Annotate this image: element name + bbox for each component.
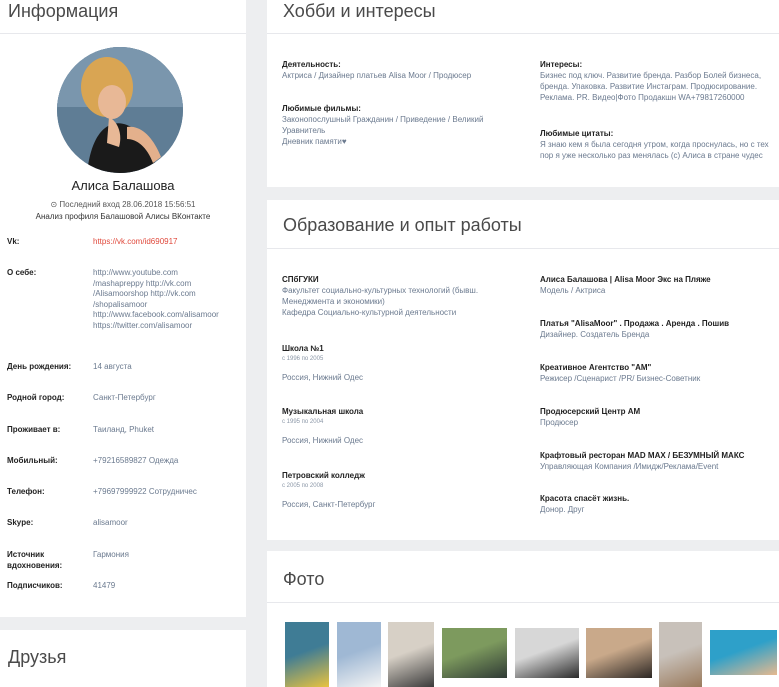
entry-text: Донор. Друг xyxy=(540,505,585,514)
info-label: Проживает в: xyxy=(7,425,61,434)
work-entry: Крафтовый ресторан MAD MAX / БЕЗУМНЫЙ МА… xyxy=(540,450,779,472)
photo-thumbnail[interactable] xyxy=(285,622,329,687)
entry-years: с 1995 по 2004 xyxy=(282,419,324,425)
education-entry: СПбГУКИ Факультет социально-культурных т… xyxy=(282,274,522,318)
activity-text: Актриса / Дизайнер платьев Alisa Moor / … xyxy=(282,71,472,80)
last-seen-status: ⊙ Последний вход 28.06.2018 15:56:51 xyxy=(50,200,196,209)
entry-text: Модель / Актриса xyxy=(540,286,606,295)
entry-heading: Продюсерский Центр AM xyxy=(540,407,641,416)
entry-text: Режисер /Сценарист /PR/ Бизнес-Советник xyxy=(540,374,701,383)
info-value: Санкт-Петербург xyxy=(93,393,156,402)
entry-text: Управляющая Компания /Имидж/Реклама/Even… xyxy=(540,462,719,471)
entry-heading: Музыкальная школа xyxy=(282,407,364,416)
info-label: Skype: xyxy=(7,518,34,527)
info-title: Информация xyxy=(8,1,119,21)
education-entry: Музыкальная школа с 1995 по 2004 Россия,… xyxy=(282,406,522,446)
info-label: День рождения: xyxy=(7,362,72,371)
entry-heading: Платья "AlisaMoor" . Продажа . Аренда . … xyxy=(540,319,730,328)
films-heading: Любимые фильмы: xyxy=(282,104,361,113)
info-value: +79697999922 Сотрудничес xyxy=(93,487,197,496)
education-card: Образование и опыт работы СПбГУКИ Факуль… xyxy=(267,200,779,540)
info-value: alisamoor xyxy=(93,518,128,527)
entry-heading: Крафтовый ресторан MAD MAX / БЕЗУМНЫЙ МА… xyxy=(540,451,745,460)
about-links[interactable]: http://www.youtube.com /mashapreppy http… xyxy=(93,268,243,331)
photo-thumbnail[interactable] xyxy=(515,628,579,678)
info-label: Родной город: xyxy=(7,393,65,402)
divider xyxy=(267,33,779,34)
entry-heading: СПбГУКИ xyxy=(282,275,319,284)
info-value: +79216589827 Одежда xyxy=(93,456,179,465)
photo-thumbnail[interactable] xyxy=(442,628,507,678)
info-label: Телефон: xyxy=(7,487,45,496)
friends-title: Друзья xyxy=(8,647,67,667)
entry-years: с 1996 по 2005 xyxy=(282,356,324,362)
activity-heading: Деятельность: xyxy=(282,60,341,69)
info-value: 41479 xyxy=(93,581,116,590)
photo-thumbnail[interactable] xyxy=(659,622,702,687)
entry-text: Россия, Санкт-Петербург xyxy=(282,500,376,509)
info-label: Vk: xyxy=(7,237,20,246)
entry-text: Россия, Нижний Одес xyxy=(282,373,364,382)
divider xyxy=(267,248,779,249)
hobbies-title: Хобби и интересы xyxy=(283,1,436,21)
divider xyxy=(0,33,246,34)
education-entry: Петровский колледж с 2005 по 2008 Россия… xyxy=(282,470,522,510)
info-value: 14 августа xyxy=(93,362,132,371)
friends-card: Друзья xyxy=(0,630,246,687)
work-entry: Платья "AlisaMoor" . Продажа . Аренда . … xyxy=(540,318,779,340)
work-entry: Алиса Балашова | Alisa Moor Экс на Пляже… xyxy=(540,274,779,296)
info-label: Подписчиков: xyxy=(7,581,63,590)
activity-block: Деятельность: Актриса / Дизайнер платьев… xyxy=(282,59,522,81)
hobbies-card: Хобби и интересы Деятельность: Актриса /… xyxy=(267,0,779,187)
entry-text: Дизайнер. Создатель Бренда xyxy=(540,330,650,339)
education-entry: Школа №1 с 1996 по 2005 Россия, Нижний О… xyxy=(282,343,522,383)
entry-heading: Алиса Балашова | Alisa Moor Экс на Пляже xyxy=(540,275,711,284)
profile-name: Алиса Балашова xyxy=(71,178,175,193)
photos-card: Фото xyxy=(267,551,779,687)
info-value: Гармония xyxy=(93,550,129,559)
info-label: Мобильный: xyxy=(7,456,58,465)
entry-heading: Креативное Агентство "AM" xyxy=(540,363,652,372)
vk-link[interactable]: https://vk.com/id690917 xyxy=(93,237,243,248)
entry-heading: Школа №1 xyxy=(282,344,324,353)
photo-thumbnail[interactable] xyxy=(710,630,777,675)
films-block: Любимые фильмы: Законопослушный Граждани… xyxy=(282,103,522,147)
info-value: Таиланд, Phuket xyxy=(93,425,154,434)
entry-heading: Красота спасёт жизнь. xyxy=(540,494,630,503)
profile-analysis-caption: Анализ профиля Балашовой Алисы ВКонтакте xyxy=(35,212,211,221)
divider xyxy=(267,602,779,603)
entry-text: Факультет социально-культурных технологи… xyxy=(282,286,479,317)
info-card: Информация Алиса Балашова ⊙ Последний вх… xyxy=(0,0,246,617)
entry-text: Россия, Нижний Одес xyxy=(282,436,364,445)
work-entry: Продюсерский Центр AM Продюсер xyxy=(540,406,779,428)
work-entry: Креативное Агентство "AM" Режисер /Сцена… xyxy=(540,362,779,384)
interests-block: Интересы: Бизнес под ключ. Развитие брен… xyxy=(540,59,779,103)
info-label: О себе: xyxy=(7,268,37,277)
entry-heading: Петровский колледж xyxy=(282,471,365,480)
quotes-block: Любимые цитаты: Я знаю кем я была сегодн… xyxy=(540,128,779,161)
interests-text: Бизнес под ключ. Развитие бренда. Разбор… xyxy=(540,71,762,102)
photos-title: Фото xyxy=(283,569,325,589)
info-label: Источник вдохновения: xyxy=(7,550,63,570)
quotes-text: Я знаю кем я была сегодня утром, когда п… xyxy=(540,140,769,160)
photo-thumbnail[interactable] xyxy=(586,628,652,678)
avatar[interactable] xyxy=(57,47,183,173)
entry-text: Продюсер xyxy=(540,418,579,427)
education-title: Образование и опыт работы xyxy=(283,215,522,235)
photo-thumbnail[interactable] xyxy=(388,622,434,687)
interests-heading: Интересы: xyxy=(540,60,583,69)
work-entry: Красота спасёт жизнь. Донор. Друг xyxy=(540,493,779,515)
entry-years: с 2005 по 2008 xyxy=(282,483,324,489)
films-text: Законопослушный Гражданин / Приведение /… xyxy=(282,115,484,146)
quotes-heading: Любимые цитаты: xyxy=(540,129,614,138)
photo-thumbnail[interactable] xyxy=(337,622,381,687)
